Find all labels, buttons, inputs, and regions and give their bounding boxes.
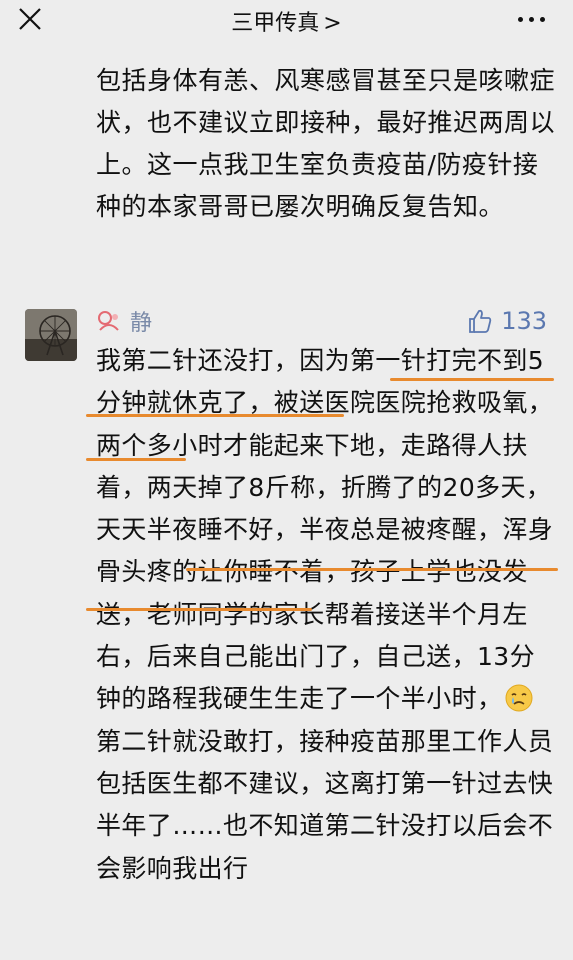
more-dot bbox=[517, 16, 523, 22]
previous-comment-text: 包括身体有恙、风寒感冒甚至只是咳嗽症状，也不建议立即接种，最好推迟两周以上。这一… bbox=[96, 66, 556, 221]
top-bar: 三甲传真 > bbox=[0, 0, 573, 38]
more-dot bbox=[528, 16, 534, 22]
page-title[interactable]: 三甲传真 > bbox=[0, 5, 573, 37]
comment-text: 我第二针还没打，因为第一针打完不到5分钟就休克了，被送医院医院抢救吸氧，两个多小… bbox=[96, 340, 556, 890]
comment-username: 静 bbox=[130, 311, 153, 336]
like-button[interactable]: 133 bbox=[467, 305, 547, 337]
avatar[interactable] bbox=[25, 309, 77, 361]
chevron-right-icon: > bbox=[323, 11, 342, 36]
crying-face-icon bbox=[505, 684, 533, 712]
comment-text-part1: 我第二针还没打，因为第一针打完不到5分钟就休克了，被送医院医院抢救吸氧，两个多小… bbox=[96, 346, 554, 714]
highlight-underline bbox=[86, 458, 186, 461]
highlight-underline bbox=[186, 568, 558, 571]
highlight-underline bbox=[390, 378, 554, 381]
thumbs-up-icon bbox=[469, 309, 492, 333]
page-title-text: 三甲传真 bbox=[231, 11, 320, 36]
comment-text-part2: 第二针就没敢打，接种疫苗那里工作人员包括医生都不建议，这离打第一针过去快半年了…… bbox=[96, 726, 554, 883]
like-count: 133 bbox=[501, 307, 547, 335]
more-dot bbox=[539, 16, 545, 22]
highlight-underline bbox=[86, 608, 312, 611]
more-button[interactable] bbox=[511, 6, 551, 32]
avatar-ferris-wheel-image bbox=[25, 309, 77, 361]
comment-author[interactable]: 静 bbox=[96, 305, 152, 337]
highlight-underline bbox=[86, 414, 344, 417]
user-badge-icon bbox=[98, 311, 119, 331]
